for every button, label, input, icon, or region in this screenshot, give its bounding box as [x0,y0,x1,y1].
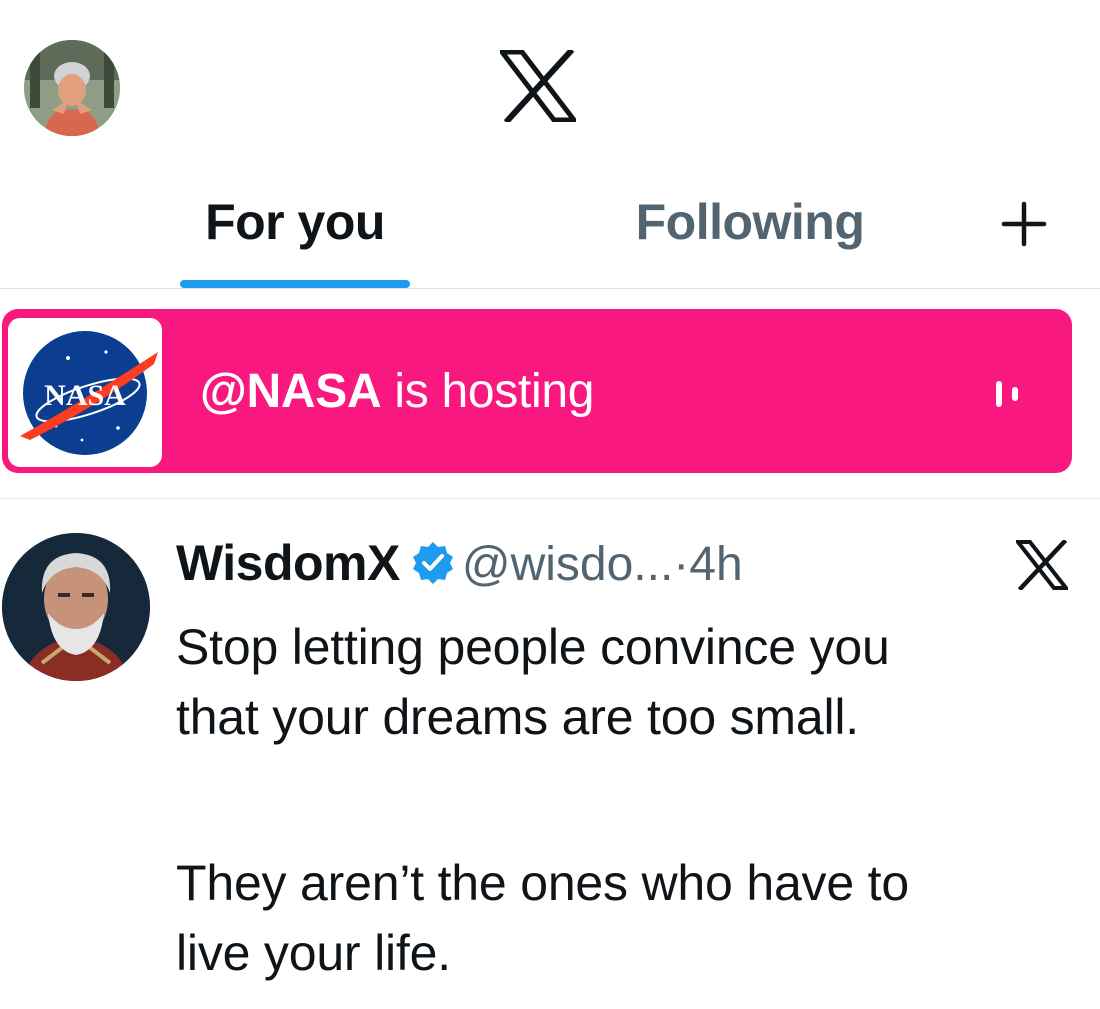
user-avatar[interactable] [24,40,120,136]
author-avatar[interactable] [2,533,150,681]
user-avatar-image [24,40,120,136]
nasa-logo: NASA [20,331,158,455]
live-space-banner[interactable]: NASA @NASA is hosting [2,309,1072,473]
tab-label: For you [205,194,385,250]
meta-separator: · [673,538,690,591]
verified-badge-icon [412,542,453,584]
audio-bars-icon [996,381,1018,407]
divider [0,498,1100,499]
space-status-text: @NASA is hosting [200,363,594,421]
tab-label: Following [635,194,865,250]
plus-icon[interactable] [996,196,1052,252]
post-text-line: that your dreams are too small. [176,689,859,745]
top-header [0,0,1100,170]
active-tab-indicator [180,280,410,288]
author-avatar-image [2,533,150,681]
space-host-handle: @NASA [200,365,382,418]
x-icon[interactable] [1016,540,1068,590]
post-time[interactable]: 4h [689,538,742,591]
post-text-line: live your life. [176,925,451,981]
nasa-logo-text: NASA [44,379,126,412]
tab-following[interactable]: Following [610,192,890,288]
tab-for-you[interactable]: For you [180,192,410,288]
space-status: is hosting [381,365,595,418]
post-text-line: Stop letting people convince you [176,619,890,675]
post-header: WisdomX @wisdo...·4h [176,530,743,600]
post-text-line: They aren’t the ones who have to [176,855,909,911]
post[interactable]: WisdomX @wisdo...·4h Stop letting people… [0,500,1100,1009]
x-logo-icon[interactable] [500,50,576,122]
post-text: Stop letting people convince you that yo… [176,612,1086,988]
timeline-tabs: For you Following [0,170,1100,289]
nasa-logo-tile: NASA [8,318,162,467]
author-handle[interactable]: @wisdo... [462,538,673,591]
author-name[interactable]: WisdomX [176,535,400,591]
